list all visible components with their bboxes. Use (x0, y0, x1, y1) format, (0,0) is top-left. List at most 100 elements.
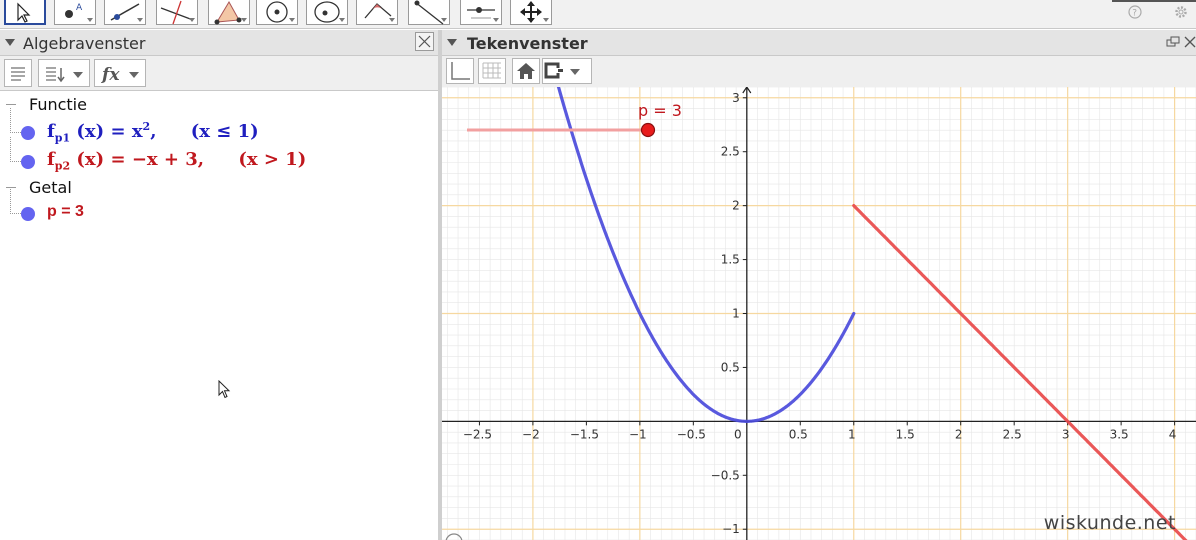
main-toolbar: A? (0, 0, 1196, 29)
slider-knob[interactable] (640, 122, 656, 138)
algebra-item-p[interactable]: p = 3 (0, 189, 438, 227)
axes-toggle-icon (451, 62, 470, 80)
graphics-view-header: Tekenvenster (442, 30, 1196, 56)
x-tick-label: −2.5 (463, 427, 492, 441)
visibility-toggle-dot-icon[interactable] (21, 207, 35, 221)
move-tool-button[interactable] (4, 0, 46, 25)
submenu-arrow-icon (241, 18, 247, 22)
y-tick-label: 1 (732, 307, 740, 321)
undock-view-icon[interactable] (1166, 36, 1180, 48)
group-label: Functie (29, 95, 87, 114)
x-tick-label: −1.5 (570, 427, 599, 441)
x-tick-label: 3.5 (1110, 427, 1129, 441)
graphics-style-bar (442, 56, 1196, 87)
submenu-arrow-icon (137, 18, 143, 22)
collapse-arrow-icon[interactable] (5, 39, 15, 46)
submenu-arrow-icon (493, 18, 499, 22)
show-axes-button[interactable] (446, 58, 474, 84)
dropdown-arrow-icon (73, 72, 83, 78)
sort-icon (46, 67, 65, 83)
algebra-style-bar: fx (0, 56, 438, 91)
algebra-view: Algebravenster fx Functie fp1 (x) = x2, … (0, 30, 438, 540)
svg-text:fx: fx (101, 65, 120, 85)
input-function-button[interactable]: fx (94, 59, 146, 87)
x-tick-label: 3 (1062, 427, 1070, 441)
reflect-tool-button[interactable] (408, 0, 450, 25)
x-tick-label: 1.5 (896, 427, 915, 441)
geogebra-window: A? Algebravenster fx Functie fp1 (x) = x… (0, 0, 1196, 540)
visibility-toggle-dot-icon[interactable] (21, 126, 35, 140)
x-tick-label: 2.5 (1003, 427, 1022, 441)
submenu-arrow-icon (87, 18, 93, 22)
plot-svg: −2.5 −2 −1.5 −1 −0.5 0 0.5 1 1.5 2 2.5 3 3.5 4 −1 −0.5 0… (442, 87, 1196, 540)
y-tick-label: −0.5 (711, 468, 740, 482)
close-icon[interactable] (1184, 33, 1196, 51)
x-tick-label: 0.5 (789, 427, 808, 441)
point-tool-button[interactable]: A (54, 0, 96, 25)
polygon-tool-button[interactable] (208, 0, 250, 25)
line-tool-button[interactable] (104, 0, 146, 25)
graphics-view-title: Tekenvenster (467, 34, 588, 53)
collapse-arrow-icon[interactable] (447, 39, 457, 46)
point-capturing-button[interactable] (542, 58, 592, 84)
slider-label: p = 3 (638, 101, 682, 120)
help-icon[interactable]: ? (1126, 3, 1144, 21)
perpendicular-line-tool-button[interactable] (156, 0, 198, 25)
number-p-definition: p = 3 (47, 203, 84, 220)
close-icon (418, 35, 431, 48)
close-view-button[interactable] (415, 32, 434, 51)
svg-text:A: A (76, 3, 83, 13)
standard-view-button[interactable] (512, 58, 540, 84)
tree-connector (10, 137, 21, 162)
tree-connector (10, 189, 21, 214)
y-tick-label: 0.5 (721, 360, 740, 374)
ellipse-tool-button[interactable] (306, 0, 348, 25)
submenu-arrow-icon (389, 18, 395, 22)
group-label: Getal (29, 178, 72, 197)
function-fx-icon: fx (101, 65, 120, 85)
angle-tool-button[interactable] (356, 0, 398, 25)
x-tick-label: 2 (955, 427, 963, 441)
move-tool-icon (17, 2, 31, 23)
dropdown-arrow-icon (129, 72, 139, 78)
settings-icon[interactable] (1172, 3, 1190, 21)
algebra-item-fp2[interactable]: fp2 (x) = −x + 3, (x > 1) (0, 137, 438, 175)
function-fp2-definition: fp2 (x) = −x + 3, (x > 1) (47, 149, 307, 173)
window-edge-strip (1112, 0, 1196, 2)
sort-objects-button[interactable] (38, 59, 90, 87)
svg-text:?: ? (1132, 9, 1137, 19)
y-tick-label: 2.5 (721, 145, 740, 159)
collapse-minus-icon[interactable] (6, 104, 16, 105)
y-tick-label: 3 (732, 91, 740, 105)
algebra-item-fp1[interactable]: fp1 (x) = x2, (x ≤ 1) (0, 108, 438, 146)
tree-connector (10, 108, 21, 133)
graphics-canvas[interactable]: −2.5 −2 −1.5 −1 −0.5 0 0.5 1 1.5 2 2.5 3 3.5 4 −1 −0.5 0… (442, 87, 1196, 540)
submenu-arrow-icon (543, 18, 549, 22)
x-tick-label: −2 (522, 427, 540, 441)
graphics-view: Tekenvenster −2.5 −2 −1.5 −1 −0.5 0 0.5 … (442, 30, 1196, 540)
visibility-toggle-dot-icon[interactable] (21, 155, 35, 169)
x-tick-label: 1 (848, 427, 856, 441)
x-tick-label: 4 (1169, 427, 1177, 441)
show-grid-button[interactable] (478, 58, 506, 84)
x-tick-label: 0 (734, 427, 742, 441)
algebra-view-title: Algebravenster (23, 34, 146, 53)
submenu-arrow-icon (189, 18, 195, 22)
x-tick-label: −0.5 (677, 427, 706, 441)
y-tick-label: 2 (732, 199, 740, 213)
collapse-minus-icon[interactable] (6, 187, 16, 188)
point-capturing-icon (544, 62, 580, 79)
grid-toggle-icon (482, 62, 501, 79)
algebra-view-header: Algebravenster (0, 30, 438, 56)
home-icon (517, 63, 535, 79)
auxiliary-objects-button[interactable] (4, 59, 32, 87)
x-tick-label: −1 (629, 427, 647, 441)
mouse-cursor-icon (218, 380, 231, 399)
function-fp1-definition: fp1 (x) = x2, (x ≤ 1) (47, 120, 259, 145)
y-tick-label: −1 (722, 522, 740, 536)
auxiliary-objects-icon (11, 67, 25, 81)
circle-with-center-tool-button[interactable] (256, 0, 298, 25)
move-graphics-view-tool-button[interactable] (510, 0, 552, 25)
slider-tool-button[interactable] (460, 0, 502, 25)
submenu-arrow-icon (289, 18, 295, 22)
